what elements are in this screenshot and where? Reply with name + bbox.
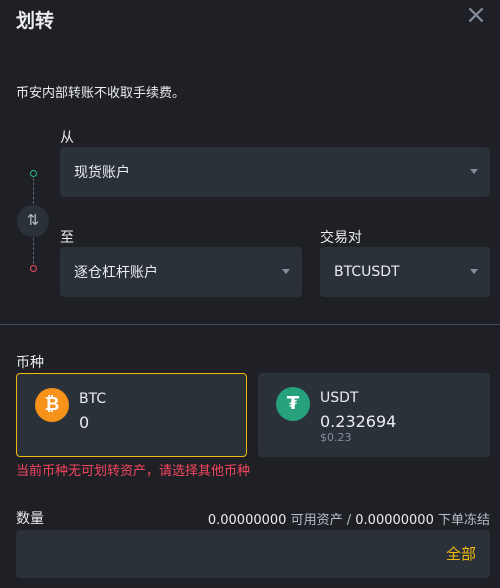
from-account-select[interactable]: 现货账户 (60, 147, 490, 197)
close-icon[interactable]: × (464, 2, 488, 28)
to-dot-icon (30, 265, 37, 272)
coin-amount: 0.232694 (320, 412, 397, 431)
to-label: 至 (60, 230, 74, 246)
coin-usd-value: $0.23 (320, 431, 352, 444)
coin-option-btc[interactable]: ₿ BTC 0 (16, 373, 247, 457)
pair-label: 交易对 (320, 230, 362, 246)
section-divider (0, 324, 500, 325)
available-label: 可用资产 (290, 513, 343, 528)
connector-line (33, 238, 34, 264)
pair-value: BTCUSDT (334, 264, 400, 280)
coin-label: 币种 (16, 355, 44, 371)
quantity-label: 数量 (16, 511, 44, 527)
max-all-button[interactable]: 全部 (446, 543, 476, 564)
quantity-input[interactable] (16, 530, 490, 578)
coin-name: BTC (79, 391, 107, 407)
coin-option-usdt[interactable]: ₮ USDT 0.232694 $0.23 (258, 373, 490, 457)
connector-line (33, 178, 34, 204)
available-amount: 0.00000000 (207, 513, 287, 528)
frozen-amount: 0.00000000 (355, 513, 434, 528)
frozen-label: 下单冻结 (437, 513, 490, 528)
coin-error-message: 当前币种无可划转资产，请选择其他币种 (16, 464, 251, 479)
chevron-down-icon (470, 169, 478, 174)
from-dot-icon (30, 170, 37, 177)
bitcoin-icon: ₿ (35, 388, 69, 422)
pair-select[interactable]: BTCUSDT (320, 247, 490, 297)
to-account-select[interactable]: 逐仓杠杆账户 (60, 247, 302, 297)
swap-icon[interactable]: ⇅ (17, 205, 49, 237)
balance-separator: / (346, 513, 352, 528)
fee-notice: 币安内部转账不收取手续费。 (16, 86, 186, 101)
coin-name: USDT (320, 390, 359, 406)
chevron-down-icon (470, 269, 478, 274)
from-label: 从 (60, 130, 74, 146)
dialog-title: 划转 (16, 10, 55, 32)
tether-icon: ₮ (276, 387, 310, 421)
coin-amount: 0 (79, 413, 90, 432)
to-account-value: 逐仓杠杆账户 (74, 265, 158, 281)
balance-info: 0.00000000 可用资产 / 0.00000000 下单冻结 (208, 509, 490, 528)
chevron-down-icon (282, 269, 290, 274)
from-account-value: 现货账户 (74, 165, 130, 181)
